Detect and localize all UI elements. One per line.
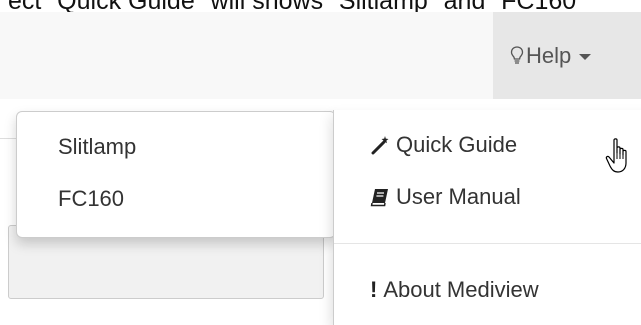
help-dropdown-menu: Quick Guide User Manual ! About Mediview [333,110,641,325]
quick-guide-submenu: Slitlamp FC160 [16,111,336,238]
submenu-item-slitlamp[interactable]: Slitlamp [58,134,136,160]
hand-pointer-icon [605,138,627,173]
submenu-item-fc160[interactable]: FC160 [58,186,124,212]
menu-item-user-manual[interactable]: User Manual [370,184,521,210]
menu-item-about[interactable]: ! About Mediview [370,277,539,303]
exclamation-icon: ! [370,277,378,302]
menu-item-quick-guide[interactable]: Quick Guide [370,132,517,158]
quick-guide-label: Quick Guide [396,132,518,157]
book-icon [370,189,388,207]
magic-wand-icon [371,136,389,155]
help-menu-button[interactable]: Help [493,12,641,99]
user-manual-label: User Manual [396,184,521,209]
menu-divider [334,243,641,244]
caret-down-icon [579,54,592,60]
about-label: About Mediview [383,277,539,302]
lightbulb-icon [510,45,524,64]
help-label: Help [526,42,572,68]
